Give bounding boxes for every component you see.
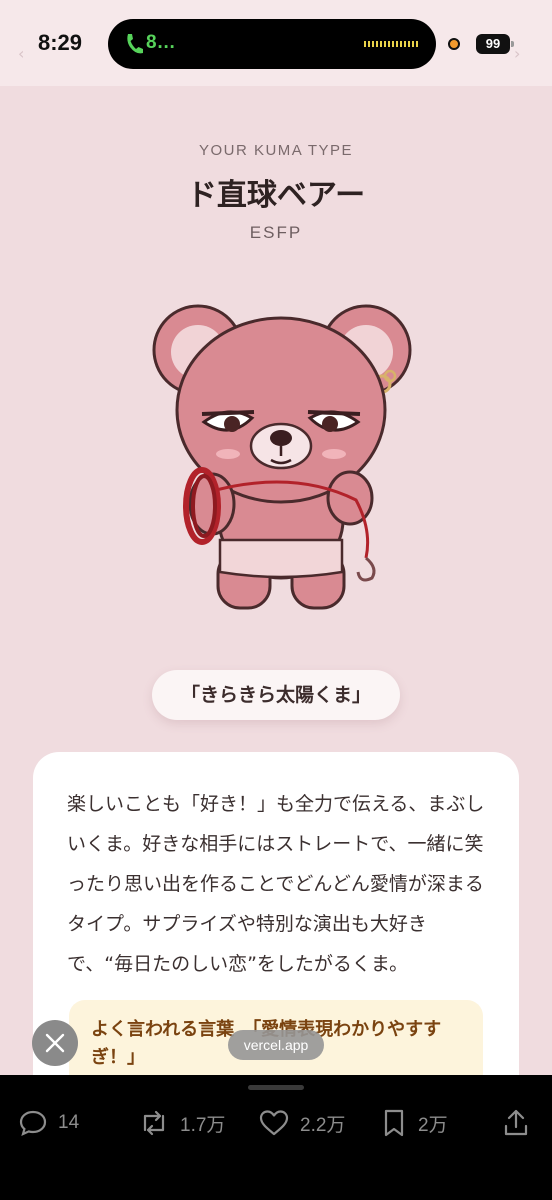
bookmark-button[interactable]: 2万: [380, 1107, 448, 1139]
url-pill[interactable]: vercel.app: [228, 1030, 324, 1060]
phone-icon: [127, 34, 143, 54]
status-bar: ‹ 8:29 8… 99 ›: [0, 0, 552, 86]
bear-illustration: [152, 304, 412, 610]
repost-count: 1.7万: [180, 1114, 226, 1136]
repost-icon: [143, 1110, 165, 1136]
dynamic-island[interactable]: 8…: [108, 19, 436, 69]
bookmark-count: 2万: [418, 1114, 448, 1136]
post-action-bar: 14 1.7万 2.2万 2万: [0, 1075, 552, 1200]
like-button[interactable]: 2.2万: [258, 1107, 345, 1139]
close-button[interactable]: [32, 1020, 78, 1066]
mbti-type: ESFP: [249, 223, 303, 242]
like-count: 2.2万: [300, 1114, 346, 1136]
bookmark-icon: [384, 1109, 404, 1137]
status-time: 8:29: [38, 30, 83, 55]
close-icon: [45, 1033, 65, 1053]
back-chevron-icon: ‹: [18, 44, 25, 63]
repost-button[interactable]: 1.7万: [138, 1107, 225, 1139]
call-duration: 8…: [146, 32, 176, 53]
share-button[interactable]: [502, 1107, 530, 1139]
sheet-handle[interactable]: [248, 1085, 304, 1090]
share-icon: [504, 1109, 528, 1136]
audio-wave-icon: [364, 41, 420, 47]
forward-chevron-icon: ›: [514, 44, 521, 63]
type-description: 楽しいことも「好き！」も全力で伝える、まぶしいくま。好きな相手にはストレートで、…: [67, 793, 485, 975]
reply-button[interactable]: 14: [18, 1107, 79, 1139]
reply-icon: [19, 1110, 47, 1136]
page-title: ド直球ベアー: [186, 178, 366, 213]
battery-indicator: 99: [476, 34, 514, 54]
mic-indicator-icon: [448, 38, 460, 50]
type-nickname: 「きらきら太陽くま」: [152, 670, 400, 720]
heart-icon: [259, 1110, 289, 1136]
reply-count: 14: [58, 1112, 80, 1133]
result-kicker: YOUR KUMA TYPE: [198, 142, 354, 159]
